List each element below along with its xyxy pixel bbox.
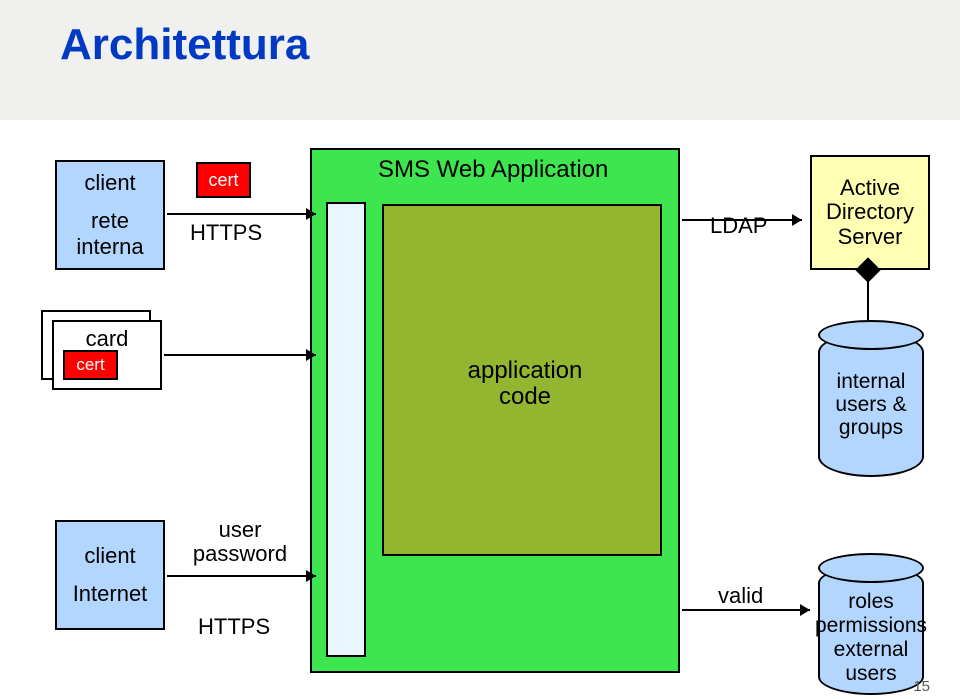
dbroles-l3: external	[804, 638, 938, 662]
dbint-l1: internal	[820, 370, 922, 393]
internal-users-db-label: internal users & groups	[820, 370, 922, 439]
https-label-bottom: HTTPS	[198, 614, 270, 640]
ad-l3: Server	[826, 225, 914, 249]
internal-users-db-top	[818, 320, 924, 350]
valid-label: valid	[718, 583, 763, 609]
dbint-l3: groups	[820, 416, 922, 439]
ad-l1: Active	[826, 176, 914, 200]
https-label-top: HTTPS	[190, 220, 262, 246]
appcode-l1: application	[450, 358, 600, 384]
ad-l2: Directory	[826, 200, 914, 224]
password-label: password	[190, 542, 290, 566]
roles-db-top	[818, 553, 924, 583]
client-internet-line2: Internet	[73, 581, 148, 607]
sms-webapp-title: SMS Web Application	[378, 156, 608, 184]
application-code-label: application code	[450, 358, 600, 411]
user-password-label: user password	[190, 518, 290, 566]
client-internet-line1: client	[84, 543, 135, 569]
client-internal-line3: interna	[76, 234, 143, 260]
dbroles-l1: roles	[804, 590, 938, 614]
active-directory-server-box: Active Directory Server	[810, 155, 930, 270]
client-internal-line2: rete	[91, 208, 129, 234]
page-number: 15	[913, 678, 930, 695]
slide-title: Architettura	[60, 20, 309, 70]
cert-badge: cert	[196, 162, 251, 198]
client-internal-line1: client	[84, 170, 135, 196]
client-internal-box: client rete interna	[55, 160, 165, 270]
dbroles-l2: permissions	[804, 614, 938, 638]
roles-db-label: roles permissions external users	[804, 590, 938, 687]
appcode-l2: code	[450, 384, 600, 410]
client-internet-box: client Internet	[55, 520, 165, 630]
user-label: user	[190, 518, 290, 542]
card-label: card	[86, 326, 129, 352]
dbint-l2: users &	[820, 393, 922, 416]
ldap-label: LDAP	[710, 213, 767, 239]
card-cert-badge: cert	[63, 350, 118, 380]
